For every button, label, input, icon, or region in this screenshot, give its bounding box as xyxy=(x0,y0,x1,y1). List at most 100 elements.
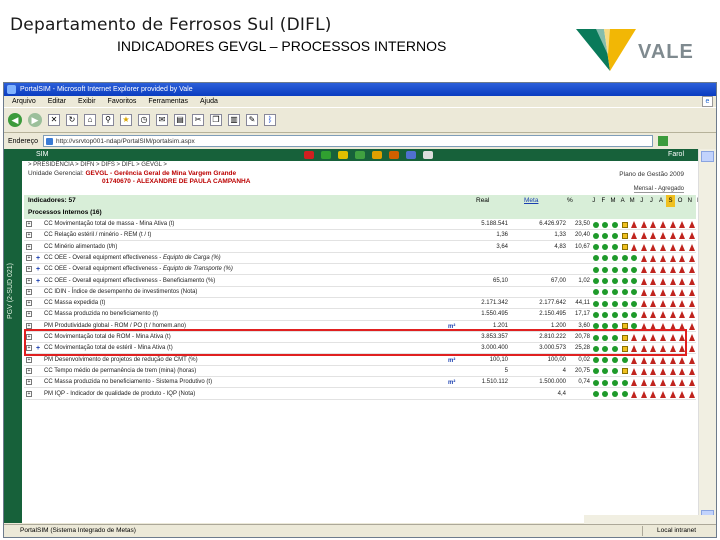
expand-icon[interactable]: + xyxy=(26,288,32,295)
mail-icon[interactable]: ✉ xyxy=(156,114,168,126)
print-icon[interactable]: ▤ xyxy=(174,114,186,126)
scroll-up-icon[interactable] xyxy=(701,151,714,162)
indicator-name[interactable]: PM Produtividade global - ROM / PO (t / … xyxy=(44,321,186,332)
cut-icon[interactable]: ✂ xyxy=(192,114,204,126)
expand-icon[interactable]: + xyxy=(26,356,32,363)
expand-icon[interactable]: + xyxy=(26,300,32,307)
expand-icon[interactable]: + xyxy=(26,254,32,261)
indicator-name[interactable]: PM IQP - Indicador de qualidade de produ… xyxy=(44,389,195,400)
expand-icon[interactable]: + xyxy=(26,266,32,273)
favorites-icon[interactable]: ★ xyxy=(120,114,132,126)
paste-icon[interactable]: ▥ xyxy=(228,114,240,126)
expand-icon[interactable]: + xyxy=(26,221,32,227)
indicator-row[interactable]: + + CC OEE - Overall equipment effectivene… xyxy=(24,264,697,276)
vertical-scrollbar[interactable] xyxy=(698,149,716,523)
indicator-row[interactable]: + CC Massa expedida (t) 2.171.342 2.177.642… xyxy=(24,298,696,310)
green-light-icon xyxy=(629,278,639,285)
expand-icon[interactable]: + xyxy=(26,243,32,250)
cell-pct: 44,11 xyxy=(575,300,590,307)
indicator-row[interactable]: + CC IDIN - Índice de desempenho de inves… xyxy=(24,287,696,298)
expand-icon[interactable]: + xyxy=(26,345,32,352)
app-tool-chart-icon[interactable] xyxy=(304,151,314,159)
indicator-name[interactable]: PM Desenvolvimento de projetos de reduçã… xyxy=(44,355,198,366)
green-light-icon xyxy=(601,244,611,251)
indicator-row[interactable]: + CC Minério alimentado (t/h) 3,64 4,83 10,6… xyxy=(24,242,696,253)
farol-label[interactable]: Farol xyxy=(668,149,684,161)
app-tool-check-icon[interactable] xyxy=(355,151,365,159)
app-tool-doc-icon[interactable] xyxy=(423,151,433,159)
red-triangle-icon xyxy=(687,266,697,274)
col-meta[interactable]: Meta xyxy=(524,195,538,207)
expand-icon[interactable]: + xyxy=(26,334,32,340)
history-icon[interactable]: ◷ xyxy=(138,114,150,126)
indicator-row[interactable]: + CC Tempo médio de permanência de trem (… xyxy=(24,366,696,378)
indicator-name[interactable]: CC OEE - Overall equipment effectiveness… xyxy=(44,264,233,275)
indicator-name[interactable]: CC Movimentação total de massa - Mina At… xyxy=(44,219,174,230)
expand-icon[interactable]: + xyxy=(26,311,32,318)
indicator-row[interactable]: + + CC Movimentação total de estéril - Min… xyxy=(24,343,696,355)
indicator-name[interactable]: CC Massa produzida no beneficiamento - S… xyxy=(44,377,212,388)
forward-icon[interactable]: ▶ xyxy=(28,113,42,127)
indicator-row[interactable]: + + CC OEE - Overall equipment effectivene… xyxy=(24,276,696,287)
indicator-name[interactable]: CC Movimentação total de ROM - Mina Ativ… xyxy=(44,332,171,343)
expand-icon[interactable]: + xyxy=(26,367,32,374)
indicator-row[interactable]: + CC Movimentação total de ROM - Mina Ati… xyxy=(24,332,696,344)
menu-ferramentas[interactable]: Ferramentas xyxy=(148,96,188,107)
indicator-name[interactable]: CC Relação estéril / minério - REM (t / … xyxy=(44,230,151,241)
indicator-row[interactable]: + + CC OEE - Overall equipment effectivene… xyxy=(24,253,696,265)
cell-real: 1.550.495 xyxy=(481,311,508,318)
indicator-row[interactable]: + CC Massa produzida no beneficiamento (t… xyxy=(24,309,696,321)
indicator-name[interactable]: CC IDIN - Índice de desempenho de invest… xyxy=(44,287,197,298)
indicator-name[interactable]: CC Massa expedida (t) xyxy=(44,298,105,309)
menu-editar[interactable]: Editar xyxy=(48,96,66,107)
menu-exibir[interactable]: Exibir xyxy=(78,96,96,107)
expand-icon[interactable]: + xyxy=(26,277,32,284)
green-light-icon xyxy=(620,255,630,262)
app-tool-print-icon[interactable] xyxy=(406,151,416,159)
edit-icon[interactable]: ✎ xyxy=(246,114,258,126)
month-header: S xyxy=(665,195,676,207)
app-tool-grid-icon[interactable] xyxy=(321,151,331,159)
home-icon[interactable]: ⌂ xyxy=(84,114,96,126)
cell-pct: 10,67 xyxy=(574,243,590,250)
expand-icon[interactable]: + xyxy=(26,322,32,329)
address-input[interactable]: http://vsrvtop001-ndap/PortalSIM/portals… xyxy=(42,135,653,147)
indicator-row[interactable]: + CC Movimentação total de massa - Mina A… xyxy=(24,219,696,231)
expand-icon[interactable]: + xyxy=(26,379,32,386)
indicator-name[interactable]: CC OEE - Overall equipment effectiveness… xyxy=(44,276,215,287)
stop-icon[interactable]: ✕ xyxy=(48,114,60,126)
expand-icon[interactable]: + xyxy=(26,390,32,397)
indicator-row[interactable]: + CC Massa produzida no beneficiamento - … xyxy=(24,377,696,389)
process-group-header: Processos Internos (16) xyxy=(24,207,696,219)
green-light-icon xyxy=(610,391,620,398)
indicators-count[interactable]: Indicadores: 57 xyxy=(28,195,76,207)
breadcrumb[interactable]: > PRESIDÊNCIA > DIFN > DIFS > DIFL > GEV… xyxy=(28,162,167,168)
process-group-label[interactable]: Processos Internos (16) xyxy=(28,207,102,219)
copy-icon[interactable]: ❐ xyxy=(210,114,222,126)
indicator-name[interactable]: CC Minério alimentado (t/h) xyxy=(44,242,117,253)
indicator-name[interactable]: CC Movimentação total de estéril - Mina … xyxy=(44,343,173,354)
indicator-row[interactable]: + CC Relação estéril / minério - REM (t /… xyxy=(24,230,696,242)
indicator-row[interactable]: + PM Produtividade global - ROM / PO (t /… xyxy=(24,321,696,332)
traffic-lights xyxy=(591,300,706,308)
indicator-row[interactable]: + PM Desenvolvimento de projetos de reduç… xyxy=(24,355,696,366)
green-light-icon xyxy=(620,357,630,364)
app-tool-filter-icon[interactable] xyxy=(389,151,399,159)
indicator-name[interactable]: CC OEE - Overall equipment effectiveness… xyxy=(44,253,221,264)
menu-ajuda[interactable]: Ajuda xyxy=(200,96,218,107)
go-icon[interactable] xyxy=(657,136,668,146)
bluetooth-icon[interactable]: ᛒ xyxy=(264,114,276,126)
menu-favoritos[interactable]: Favoritos xyxy=(108,96,137,107)
indicator-name[interactable]: CC Massa produzida no beneficiamento (t) xyxy=(44,309,158,320)
indicator-name[interactable]: CC Tempo médio de permanência de trem (m… xyxy=(44,366,196,377)
search-icon[interactable]: ⚲ xyxy=(102,114,114,126)
indicator-row[interactable]: + PM IQP - Indicador de qualidade de prod… xyxy=(24,389,696,400)
green-light-icon xyxy=(591,311,601,318)
expand-icon[interactable]: + xyxy=(26,232,32,239)
app-tool-folder-icon[interactable] xyxy=(372,151,382,159)
app-tool-star-icon[interactable] xyxy=(338,151,348,159)
menu-arquivo[interactable]: Arquivo xyxy=(12,96,36,107)
back-icon[interactable]: ◀ xyxy=(8,113,22,127)
refresh-icon[interactable]: ↻ xyxy=(66,114,78,126)
horizontal-scrollbar[interactable] xyxy=(584,515,716,524)
